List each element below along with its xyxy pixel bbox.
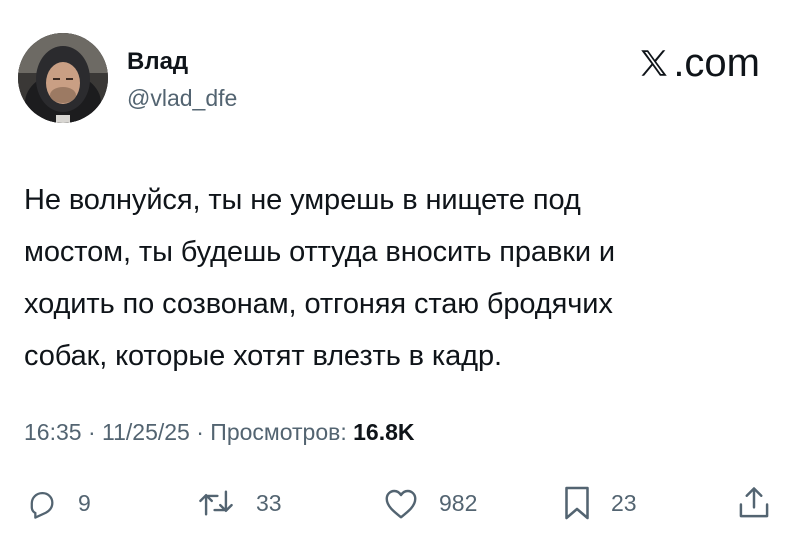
share-icon [739,487,769,518]
tweet-text-line: мостом, ты будешь оттуда вносить правки … [24,236,616,268]
repost-icon [199,490,233,516]
reply-count: 9 [78,489,91,516]
x-logo-icon [641,50,668,76]
meta-separator: · [81,419,103,445]
heart-icon [385,489,417,519]
bookmark-button[interactable]: 23 [563,478,637,528]
tweet-text-line: ходить по созвонам, отгоняя стаю бродячи… [24,288,613,320]
display-name[interactable]: Влад [127,48,188,76]
post-time[interactable]: 16:35 [24,419,82,445]
reply-icon [30,491,54,519]
like-button[interactable]: 982 [383,478,477,528]
avatar[interactable] [18,33,108,123]
bookmark-count: 23 [611,489,637,516]
bookmark-icon [565,486,589,520]
views-count: 16.8K [353,419,415,445]
like-count: 982 [439,489,478,516]
tweet-text-line: собак, которые хотят влезть в кадр. [24,340,502,372]
user-handle[interactable]: @vlad_dfe [127,84,237,112]
tweet-meta: 16:35 · 11/25/25 · Просмотров: 16.8K [24,417,415,447]
reply-button[interactable]: 9 [24,478,91,528]
repost-count: 33 [256,489,282,516]
tweet-text-line: Не волнуйся, ты не умрешь в нищете под [24,184,581,216]
tweet-text: Не волнуйся, ты не умрешь в нищете под м… [24,174,784,382]
brand-logo: .com [637,40,760,86]
action-bar: 9 33 982 23 [0,478,800,528]
tweet-card: Влад @vlad_dfe .com Не волнуйся, ты не у… [0,0,800,554]
repost-button[interactable]: 33 [196,478,282,528]
meta-separator: · [189,419,211,445]
views-label: Просмотров: [210,419,354,445]
share-button[interactable] [738,478,770,528]
brand-domain: .com [673,41,760,85]
post-date[interactable]: 11/25/25 [102,419,190,445]
avatar-photo [18,33,108,123]
